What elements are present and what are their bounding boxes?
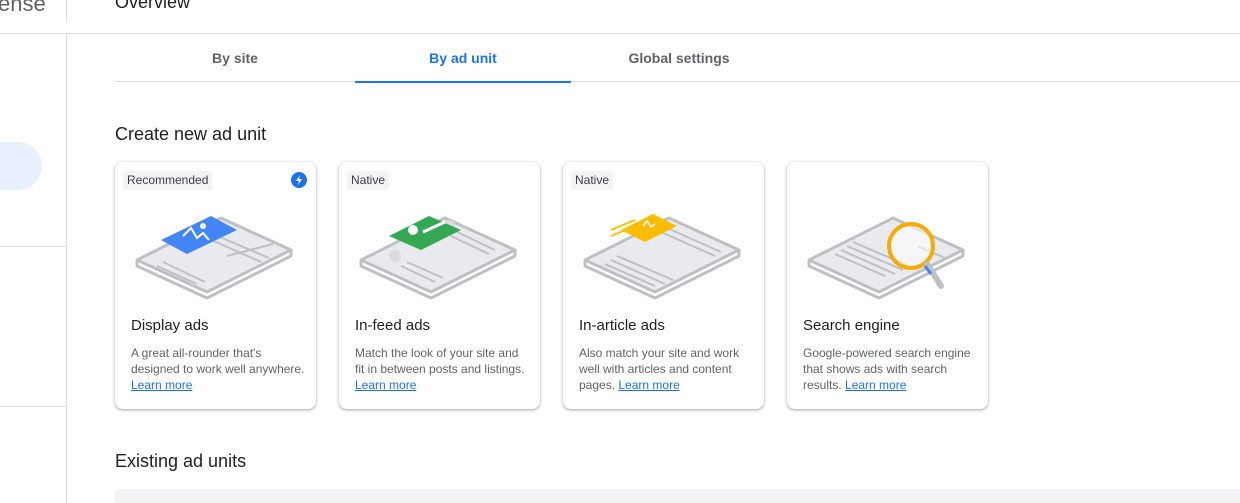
- sidebar-active-item[interactable]: [0, 142, 42, 190]
- card-description: A great all-rounder that's designed to w…: [131, 345, 306, 393]
- learn-more-link[interactable]: Learn more: [131, 378, 192, 392]
- search-engine-illustration: [807, 216, 965, 300]
- tab-by-site[interactable]: By site: [115, 34, 355, 82]
- tab-by-ad-unit[interactable]: By ad unit: [355, 34, 571, 83]
- sidebar: [0, 34, 67, 503]
- card-title: Display ads: [131, 317, 209, 334]
- card-description: Google-powered search engine that shows …: [803, 345, 978, 393]
- tab-bar: By site By ad unit Global settings: [115, 34, 1240, 83]
- card-description: Match the look of your site and fit in b…: [355, 345, 530, 393]
- learn-more-link[interactable]: Learn more: [355, 378, 416, 392]
- learn-more-link[interactable]: Learn more: [845, 378, 906, 392]
- recommended-badge: Recommended: [123, 171, 213, 190]
- in-feed-ads-card[interactable]: Native In-feed ads Match the look of you…: [339, 162, 540, 409]
- native-badge: Native: [571, 171, 614, 190]
- card-description-text: A great all-rounder that's designed to w…: [131, 346, 305, 376]
- in-article-ads-illustration: [583, 214, 741, 300]
- existing-section-title: Existing ad units: [115, 451, 247, 471]
- learn-more-link[interactable]: Learn more: [618, 378, 679, 392]
- native-badge: Native: [347, 171, 390, 190]
- sidebar-divider: [0, 406, 66, 407]
- display-ads-illustration: [135, 216, 293, 300]
- sidebar-divider: [0, 246, 66, 247]
- card-title: In-article ads: [579, 317, 665, 334]
- create-section-title: Create new ad unit: [115, 124, 267, 144]
- card-description-text: Match the look of your site and fit in b…: [355, 346, 525, 376]
- display-ads-card[interactable]: Recommended Display ads A great all-roun…: [115, 162, 316, 409]
- bolt-icon: [291, 172, 307, 188]
- search-engine-card[interactable]: Search engine Google-powered search engi…: [787, 162, 988, 409]
- card-title: Search engine: [803, 317, 900, 334]
- top-divider: [66, 0, 67, 22]
- in-article-ads-card[interactable]: Native In-article ads Also match your si…: [563, 162, 764, 409]
- existing-ad-units-table: [115, 489, 1240, 503]
- card-title: In-feed ads: [355, 317, 431, 334]
- brand-logo-text[interactable]: ense: [0, 0, 46, 17]
- in-feed-ads-illustration: [359, 216, 517, 300]
- card-description: Also match your site and work well with …: [579, 345, 754, 393]
- page-title: Overview: [115, 0, 191, 12]
- top-bar: ense Overview: [0, 0, 1240, 34]
- tab-global-settings[interactable]: Global settings: [571, 34, 787, 82]
